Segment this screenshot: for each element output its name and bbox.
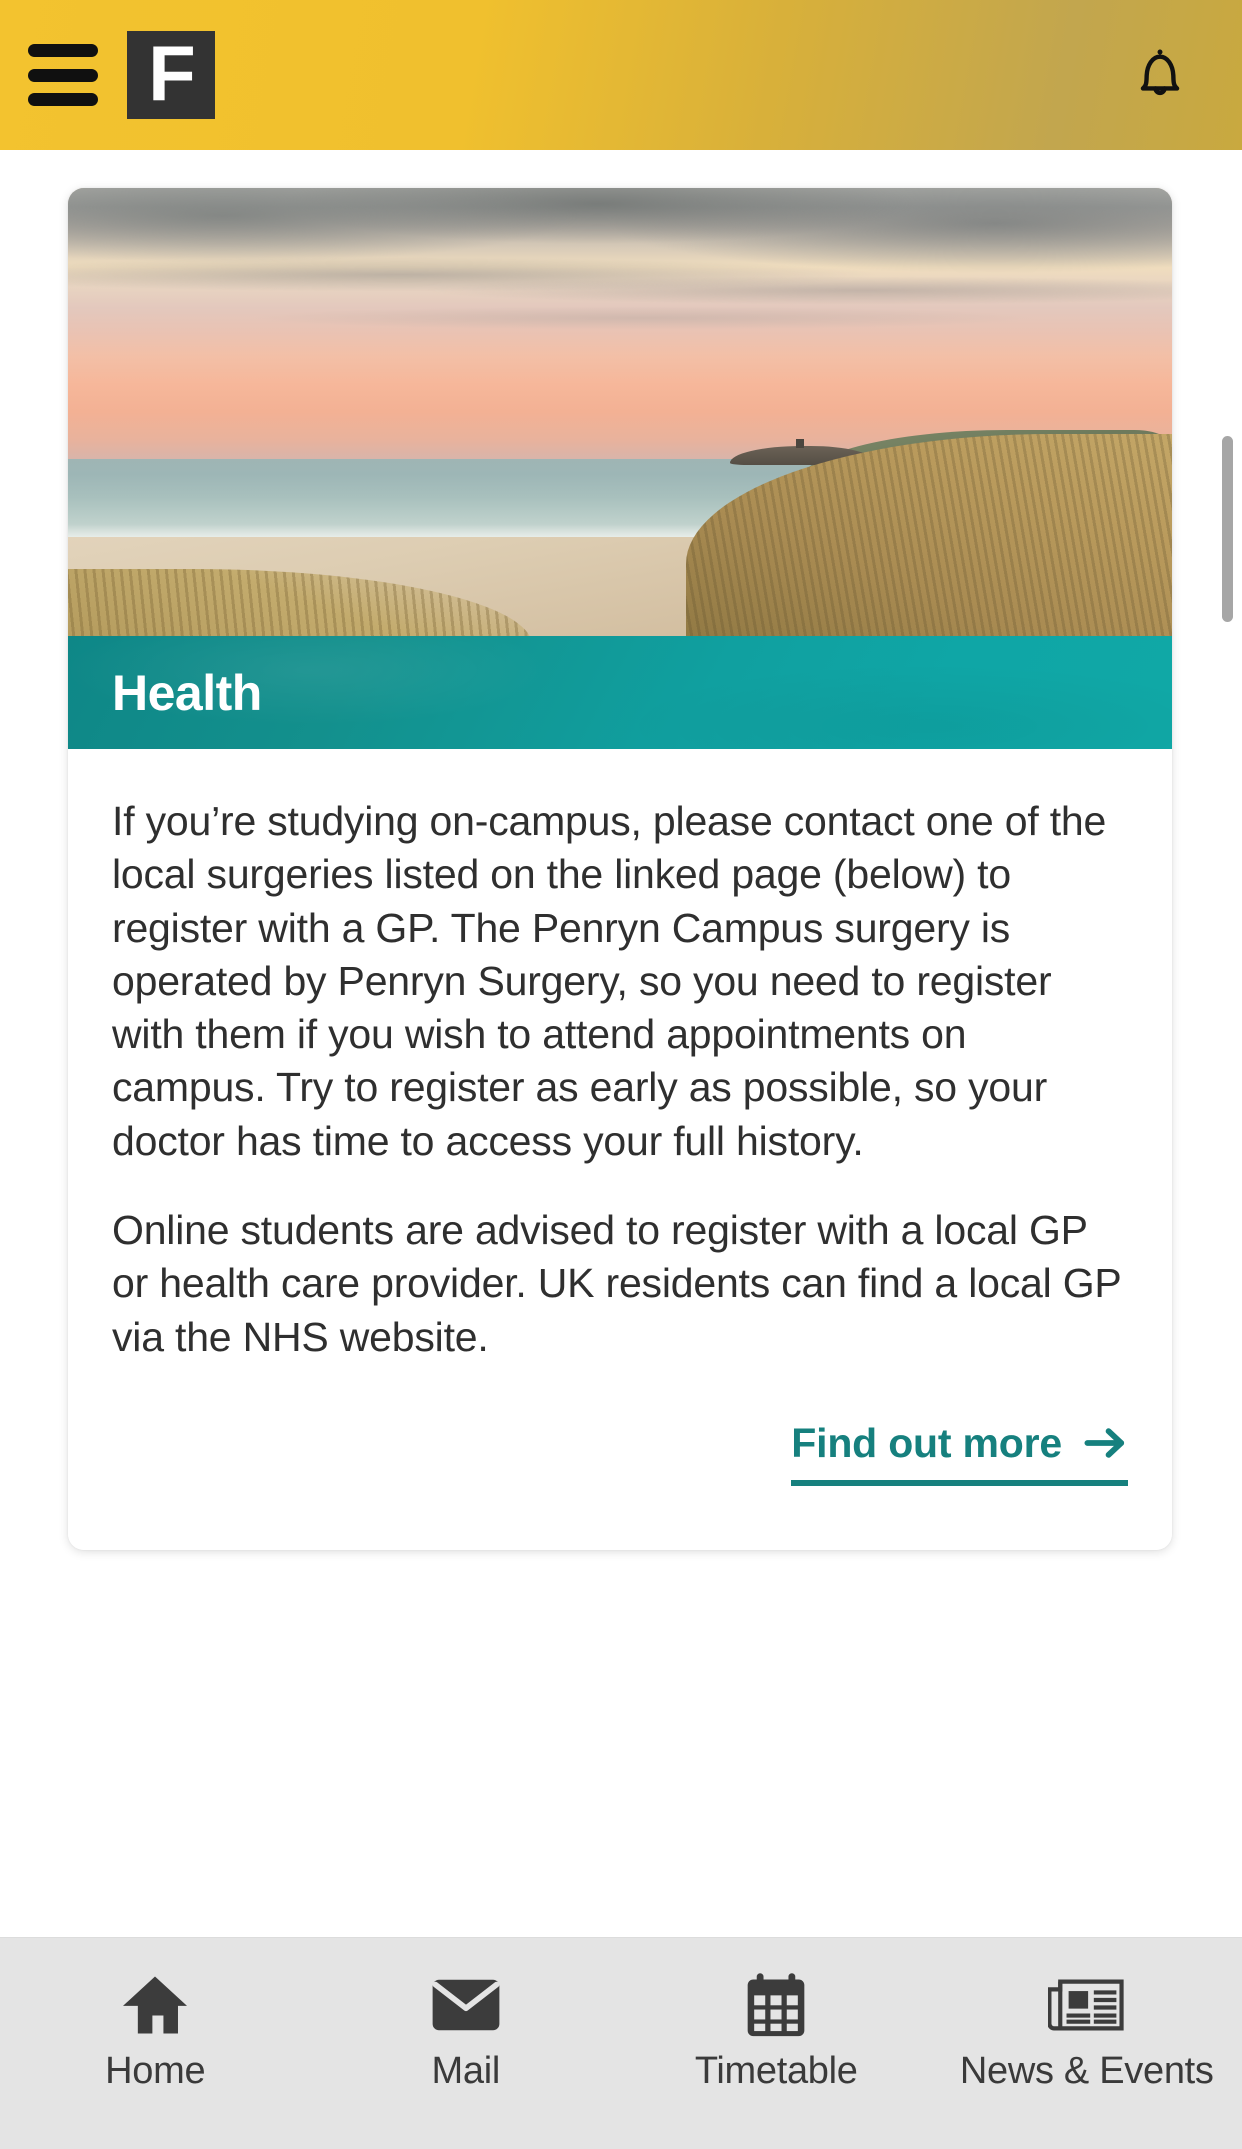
nav-item-timetable[interactable]: Timetable	[621, 1972, 932, 2090]
card-body: If you’re studying on-campus, please con…	[68, 749, 1172, 1364]
notifications-button[interactable]	[1122, 37, 1198, 113]
content-scroll-area[interactable]: Health If you’re studying on-campus, ple…	[0, 150, 1242, 1937]
body-paragraph: Online students are advised to register …	[112, 1207, 1121, 1360]
nav-label-home: Home	[105, 2050, 206, 2092]
app-header: F	[0, 0, 1242, 150]
nav-item-news-events[interactable]: News & Events	[932, 1972, 1242, 2090]
scrollbar-track[interactable]	[1221, 150, 1233, 1937]
hamburger-bar	[28, 93, 98, 106]
hamburger-bar	[28, 68, 98, 82]
find-out-more-label: Find out more	[791, 1419, 1062, 1466]
hamburger-bar	[28, 44, 98, 57]
hero-clouds	[68, 188, 1172, 386]
health-card[interactable]: Health If you’re studying on-campus, ple…	[68, 188, 1172, 1550]
hero-image	[68, 188, 1172, 636]
home-icon	[120, 1972, 190, 2038]
arrow-right-icon	[1084, 1428, 1125, 1459]
bottom-navigation-bar: Home Mail Timetable News & Events	[0, 1937, 1242, 2149]
scrollbar-thumb[interactable]	[1222, 436, 1233, 622]
nav-label-news-events: News & Events	[959, 2050, 1214, 2092]
app-root: F Health If you’re studying on-campus, p…	[0, 0, 1242, 2149]
find-out-more-link[interactable]: Find out more	[791, 1420, 1128, 1486]
nav-label-mail: Mail	[431, 2050, 501, 2092]
bell-icon	[1140, 49, 1180, 96]
calendar-icon	[742, 1972, 810, 2038]
nav-label-timetable: Timetable	[694, 2050, 858, 2092]
card-title-band: Health	[68, 636, 1172, 749]
cta-row: Find out more	[68, 1363, 1172, 1550]
hamburger-menu-icon[interactable]	[28, 44, 98, 106]
nav-item-mail[interactable]: Mail	[311, 1972, 622, 2090]
envelope-icon	[431, 1972, 501, 2038]
page-title: Health	[112, 664, 262, 721]
newspaper-icon	[1047, 1972, 1126, 2038]
body-paragraph: If you’re studying on-campus, please con…	[112, 798, 1107, 1164]
logo-letter: F	[148, 29, 196, 117]
nav-item-home[interactable]: Home	[0, 1972, 311, 2090]
falmouth-logo[interactable]: F	[127, 31, 215, 119]
